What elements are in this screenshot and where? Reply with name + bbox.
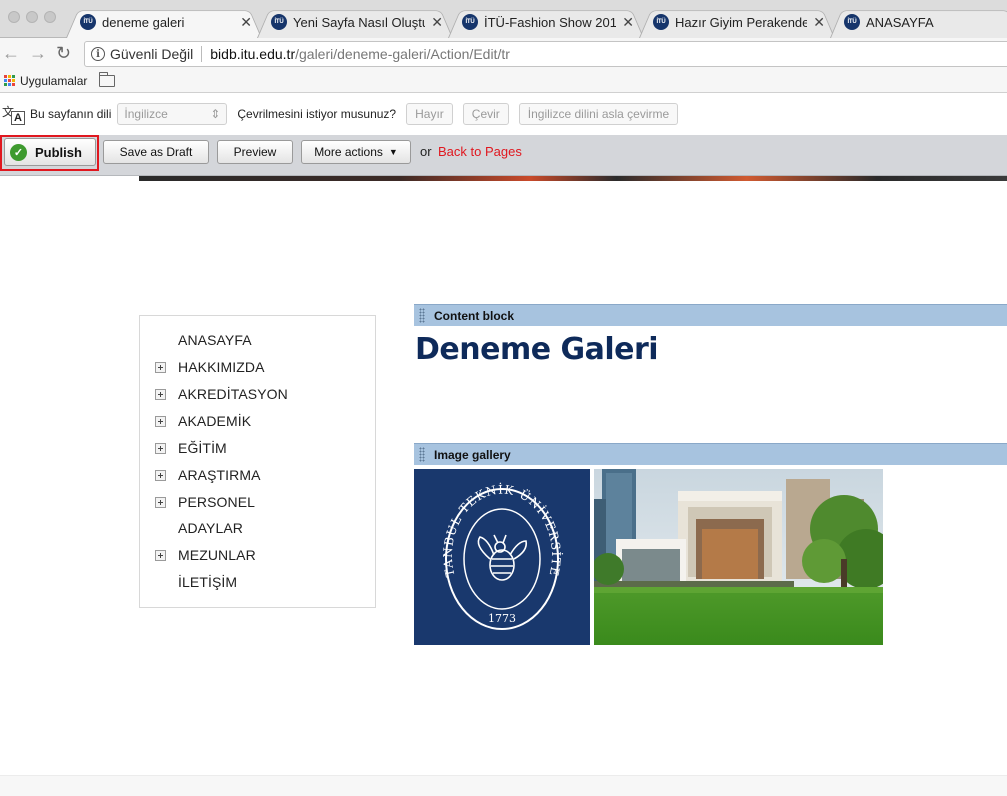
publish-button[interactable]: ✓ Publish: [4, 138, 96, 166]
nav-item-iletisim[interactable]: İLETİŞİM: [178, 574, 237, 590]
tab-title: Hazır Giyim Perakende v: [675, 14, 808, 30]
url-host: bidb.itu.edu.tr: [210, 46, 296, 62]
url-path: /galeri/deneme-galeri/Action/Edit/tr: [295, 46, 510, 62]
tab-strip: İTÜ deneme galeri ✕ İTÜ Yeni Sayfa Nasıl…: [0, 0, 1007, 38]
bee-icon: [477, 534, 528, 581]
close-icon[interactable]: ✕: [813, 14, 825, 31]
bookmarks-bar: Uygulamalar: [0, 69, 1007, 93]
chevron-down-icon: ▼: [388, 147, 398, 157]
nav-item-mezunlar[interactable]: MEZUNLAR: [178, 547, 256, 563]
nav-item-arastirma[interactable]: ARAŞTIRMA: [178, 467, 261, 483]
info-icon[interactable]: i: [91, 47, 105, 61]
close-icon[interactable]: ✕: [431, 14, 443, 31]
back-arrow-icon[interactable]: ←: [2, 43, 20, 63]
never-translate-button[interactable]: İngilizce dilini asla çevirme: [518, 103, 679, 125]
content-block-label: Content block: [434, 308, 514, 323]
gallery-image-campus[interactable]: [594, 469, 883, 645]
expand-plus-icon[interactable]: [155, 362, 166, 373]
page-title: Deneme Galeri: [415, 332, 659, 367]
language-select[interactable]: İngilizce ⇕: [117, 103, 228, 125]
nav-item-akademik[interactable]: AKADEMİK: [178, 413, 251, 429]
translate-question: Çevrilmesini istiyor musunuz?: [237, 107, 397, 121]
security-label[interactable]: Güvenli Değil: [110, 46, 203, 62]
nav-item-akreditasyon[interactable]: AKREDİTASYON: [178, 386, 288, 402]
image-gallery-header[interactable]: Image gallery: [414, 443, 1007, 465]
address-bar[interactable]: i Güvenli Değil bidb.itu.edu.tr /galeri/…: [84, 41, 1007, 67]
language-value: İngilizce: [124, 107, 168, 121]
nav-item-egitim[interactable]: EĞİTİM: [178, 440, 227, 456]
browser-window: İTÜ deneme galeri ✕ İTÜ Yeni Sayfa Nasıl…: [0, 0, 1007, 796]
apps-grid-icon: [4, 74, 16, 87]
window-zoom-dot[interactable]: [44, 11, 56, 23]
more-actions-label: More actions: [314, 145, 383, 159]
nav-item-personel[interactable]: PERSONEL: [178, 494, 255, 510]
expand-plus-icon[interactable]: [155, 443, 166, 454]
itu-favicon-icon: İTÜ: [653, 14, 669, 30]
itu-favicon-icon: İTÜ: [462, 14, 478, 30]
seal-year: 1773: [488, 612, 516, 625]
tab-title: ANASAYFA: [866, 14, 934, 30]
gallery-image-itu-seal[interactable]: İSTANBUL TEKNİK ÜNİVERSİTESİ 1773: [414, 469, 590, 645]
svg-text:İSTANBUL TEKNİK ÜNİVERSİTESİ: İSTANBUL TEKNİK ÜNİVERSİTESİ: [414, 469, 564, 578]
select-arrows-icon: ⇕: [210, 107, 221, 121]
nav-item-anasayfa[interactable]: ANASAYFA: [178, 332, 252, 348]
drag-handle-icon[interactable]: [419, 308, 425, 323]
expand-plus-icon[interactable]: [155, 550, 166, 561]
translate-icon: 文A: [2, 103, 25, 125]
reload-icon[interactable]: ↻: [56, 43, 71, 63]
image-gallery-label: Image gallery: [434, 447, 511, 462]
preview-button[interactable]: Preview: [217, 140, 293, 164]
tab-deneme-galeri[interactable]: İTÜ deneme galeri ✕: [66, 6, 262, 38]
forward-arrow-icon[interactable]: →: [29, 43, 47, 63]
itu-favicon-icon: İTÜ: [844, 14, 860, 30]
apps-bookmark[interactable]: Uygulamalar: [20, 74, 87, 88]
itu-favicon-icon: İTÜ: [271, 14, 287, 30]
tab-hazir-giyim[interactable]: İTÜ Hazır Giyim Perakende v ✕: [639, 6, 835, 38]
itu-favicon-icon: İTÜ: [80, 14, 96, 30]
window-close-dot[interactable]: [8, 11, 20, 23]
nav-item-hakkimizda[interactable]: HAKKIMIZDA: [178, 359, 265, 375]
page-language-label: Bu sayfanın dili: [30, 107, 112, 121]
close-icon[interactable]: ✕: [622, 14, 634, 31]
tab-fashion-show[interactable]: İTÜ İTÜ-Fashion Show 2015 ✕: [448, 6, 644, 38]
translate-bar: 文A Bu sayfanın dili İngilizce ⇕ Çevrilme…: [0, 93, 1007, 135]
more-actions-button[interactable]: More actions ▼: [301, 140, 411, 164]
tab-yeni-sayfa[interactable]: İTÜ Yeni Sayfa Nasıl Oluşturı ✕: [257, 6, 453, 38]
drag-handle-icon[interactable]: [419, 447, 425, 462]
tab-title: deneme galeri: [102, 14, 185, 30]
tab-anasayfa[interactable]: İTÜ ANASAYFA: [830, 6, 1007, 38]
browser-toolbar: ← → ↻ i Güvenli Değil bidb.itu.edu.tr /g…: [0, 38, 1007, 69]
close-icon[interactable]: ✕: [240, 14, 252, 31]
publish-label: Publish: [35, 144, 82, 160]
cms-toolbar: ✓ Publish Save as Draft Preview More act…: [0, 135, 1007, 176]
folder-icon[interactable]: [98, 71, 116, 87]
content-block-header[interactable]: Content block: [414, 304, 1007, 326]
back-to-pages-link[interactable]: Back to Pages: [438, 144, 522, 159]
tab-title: İTÜ-Fashion Show 2015: [484, 14, 617, 30]
window-minimize-dot[interactable]: [26, 11, 38, 23]
translate-button[interactable]: Çevir: [462, 103, 509, 125]
or-text: or: [420, 144, 432, 159]
save-draft-button[interactable]: Save as Draft: [103, 140, 209, 164]
page-footer: [0, 775, 1007, 796]
tab-title: Yeni Sayfa Nasıl Oluşturı: [293, 14, 426, 30]
seal-text: İSTANBUL TEKNİK ÜNİVERSİTESİ: [414, 469, 563, 578]
header-banner-strip: [139, 176, 1007, 181]
sidebar-nav: ANASAYFA HAKKIMIZDA AKREDİTASYON AKADEMİ…: [139, 315, 376, 608]
no-button[interactable]: Hayır: [406, 103, 453, 125]
expand-plus-icon[interactable]: [155, 389, 166, 400]
nav-item-adaylar[interactable]: ADAYLAR: [178, 520, 243, 536]
check-icon: ✓: [10, 143, 27, 161]
expand-plus-icon[interactable]: [155, 416, 166, 427]
expand-plus-icon[interactable]: [155, 497, 166, 508]
expand-plus-icon[interactable]: [155, 470, 166, 481]
